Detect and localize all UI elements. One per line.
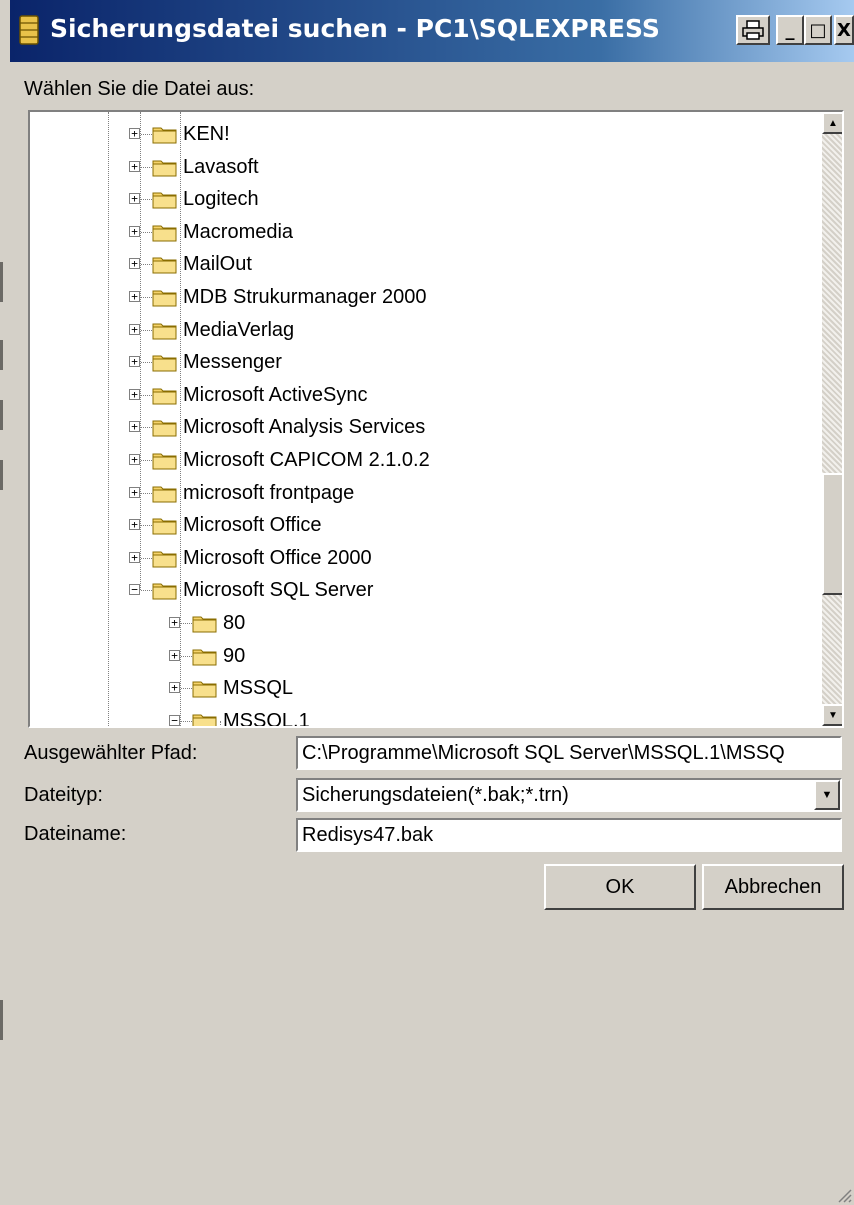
folder-icon	[152, 453, 177, 470]
expand-toggle[interactable]: +	[129, 519, 140, 531]
folder-icon	[152, 323, 177, 340]
folder-icon	[152, 355, 177, 372]
file-type-select[interactable]: Sicherungsdateien(*.bak;*.trn) ▼	[296, 778, 842, 812]
folder-icon	[152, 518, 177, 535]
scroll-down-button[interactable]: ▼	[822, 704, 842, 726]
print-button[interactable]	[736, 15, 770, 45]
tree-folder-label[interactable]: Microsoft Office	[180, 512, 325, 538]
tree-folder-label[interactable]: Macromedia	[180, 219, 296, 245]
tree-folder-item[interactable]	[30, 705, 820, 726]
background-edge-mark	[0, 262, 3, 302]
background-edge-mark	[0, 340, 3, 370]
file-name-input[interactable]: Redisys47.bak	[296, 818, 842, 852]
tree-folder-label[interactable]: 80	[220, 610, 248, 636]
folder-icon	[192, 649, 217, 666]
background-edge-mark	[0, 460, 3, 490]
arrow-up-icon: ▲	[828, 117, 838, 129]
cancel-button[interactable]: Abbrechen	[702, 864, 844, 910]
vertical-scrollbar[interactable]: ▲ ▼	[822, 112, 842, 726]
tree-folder-label[interactable]: 90	[220, 643, 248, 669]
folder-icon	[152, 551, 177, 568]
expand-toggle[interactable]: +	[129, 421, 140, 433]
selected-path-label: Ausgewählter Pfad:	[24, 742, 198, 764]
background-edge-mark	[0, 400, 3, 430]
tree-folder-label[interactable]: Microsoft ActiveSync	[180, 382, 371, 408]
database-icon	[19, 15, 39, 45]
expand-toggle[interactable]: +	[129, 388, 140, 400]
tree-folder-label[interactable]: Microsoft SQL Server	[180, 577, 376, 603]
folder-icon	[152, 420, 177, 437]
title-bar[interactable]: Sicherungsdatei suchen - PC1\SQLEXPRESS …	[10, 0, 854, 62]
selected-path-field[interactable]: C:\Programme\Microsoft SQL Server\MSSQL.…	[296, 736, 842, 770]
folder-icon	[192, 714, 217, 726]
tree-folder-label[interactable]: microsoft frontpage	[180, 480, 357, 506]
file-name-label: Dateiname:	[24, 823, 127, 845]
tree-folder-item[interactable]	[30, 672, 820, 704]
expand-toggle[interactable]: +	[129, 128, 140, 139]
collapse-toggle[interactable]: −	[129, 584, 140, 596]
expand-toggle[interactable]: +	[129, 323, 140, 335]
file-prompt-label: Wählen Sie die Datei aus:	[24, 78, 255, 100]
collapse-toggle[interactable]: −	[169, 714, 180, 726]
tree-folder-label[interactable]: Messenger	[180, 349, 285, 375]
expand-toggle[interactable]: +	[129, 160, 140, 172]
close-button[interactable]: X	[834, 15, 854, 45]
minimize-button[interactable]: _	[776, 15, 804, 45]
expand-toggle[interactable]: +	[129, 551, 140, 563]
maximize-icon: □	[809, 19, 827, 41]
tree-folder-label[interactable]: MailOut	[180, 251, 255, 277]
folder-icon	[192, 616, 217, 633]
folder-icon	[152, 486, 177, 503]
ok-button[interactable]: OK	[544, 864, 696, 910]
tree-folder-label[interactable]: MediaVerlag	[180, 317, 297, 343]
folder-icon	[152, 225, 177, 242]
expand-toggle[interactable]: +	[169, 649, 180, 661]
folder-tree[interactable]: + KEN! + Lavasoft + Logitech + Macromedia + MailO…	[28, 110, 844, 728]
expand-toggle[interactable]: +	[129, 258, 140, 270]
arrow-down-icon: ▼	[828, 709, 838, 721]
close-icon: X	[837, 19, 851, 41]
folder-icon	[152, 583, 177, 600]
resize-grip-icon[interactable]	[836, 1187, 852, 1203]
file-type-dropdown-button[interactable]: ▼	[814, 780, 840, 810]
folder-icon	[152, 160, 177, 177]
folder-icon	[152, 290, 177, 307]
tree-folder-label[interactable]: MSSQL	[220, 675, 296, 701]
folder-icon	[152, 127, 177, 144]
tree-folder-label[interactable]: Lavasoft	[180, 154, 262, 180]
tree-folder-label[interactable]: MDB Strukurmanager 2000	[180, 284, 429, 310]
folder-icon	[152, 388, 177, 405]
chevron-down-icon: ▼	[821, 789, 833, 801]
tree-folder-label[interactable]: MSSQL.1	[220, 708, 313, 726]
expand-toggle[interactable]: +	[129, 291, 140, 302]
printer-icon	[742, 20, 764, 40]
dialog-window: Sicherungsdatei suchen - PC1\SQLEXPRESS …	[10, 0, 854, 1205]
tree-view[interactable]: + KEN! + Lavasoft + Logitech + Macromedia + MailO…	[30, 112, 820, 726]
expand-toggle[interactable]: +	[169, 617, 180, 628]
scrollbar-thumb[interactable]	[822, 473, 842, 595]
tree-folder-label[interactable]: Microsoft Office 2000	[180, 545, 375, 571]
minimize-icon: _	[785, 19, 795, 41]
tree-folder-label[interactable]: Microsoft CAPICOM 2.1.0.2	[180, 447, 433, 473]
folder-icon	[152, 257, 177, 274]
scroll-up-button[interactable]: ▲	[822, 112, 842, 134]
background-edge-mark	[0, 1000, 3, 1040]
folder-icon	[192, 681, 217, 698]
expand-toggle[interactable]: +	[129, 454, 140, 465]
tree-folder-label[interactable]: Logitech	[180, 186, 262, 212]
expand-toggle[interactable]: +	[129, 356, 140, 368]
tree-folder-label[interactable]: Microsoft Analysis Services	[180, 414, 428, 440]
tree-folder-item[interactable]	[30, 607, 820, 639]
expand-toggle[interactable]: +	[169, 682, 180, 694]
expand-toggle[interactable]: +	[129, 225, 140, 237]
tree-folder-item[interactable]	[30, 640, 820, 672]
folder-icon	[152, 192, 177, 209]
file-type-label: Dateityp:	[24, 784, 103, 806]
maximize-button[interactable]: □	[804, 15, 832, 45]
expand-toggle[interactable]: +	[129, 193, 140, 205]
window-title: Sicherungsdatei suchen - PC1\SQLEXPRESS	[50, 14, 660, 43]
file-type-value: Sicherungsdateien(*.bak;*.trn)	[302, 784, 569, 806]
expand-toggle[interactable]: +	[129, 486, 140, 498]
tree-folder-label[interactable]: KEN!	[180, 121, 233, 147]
